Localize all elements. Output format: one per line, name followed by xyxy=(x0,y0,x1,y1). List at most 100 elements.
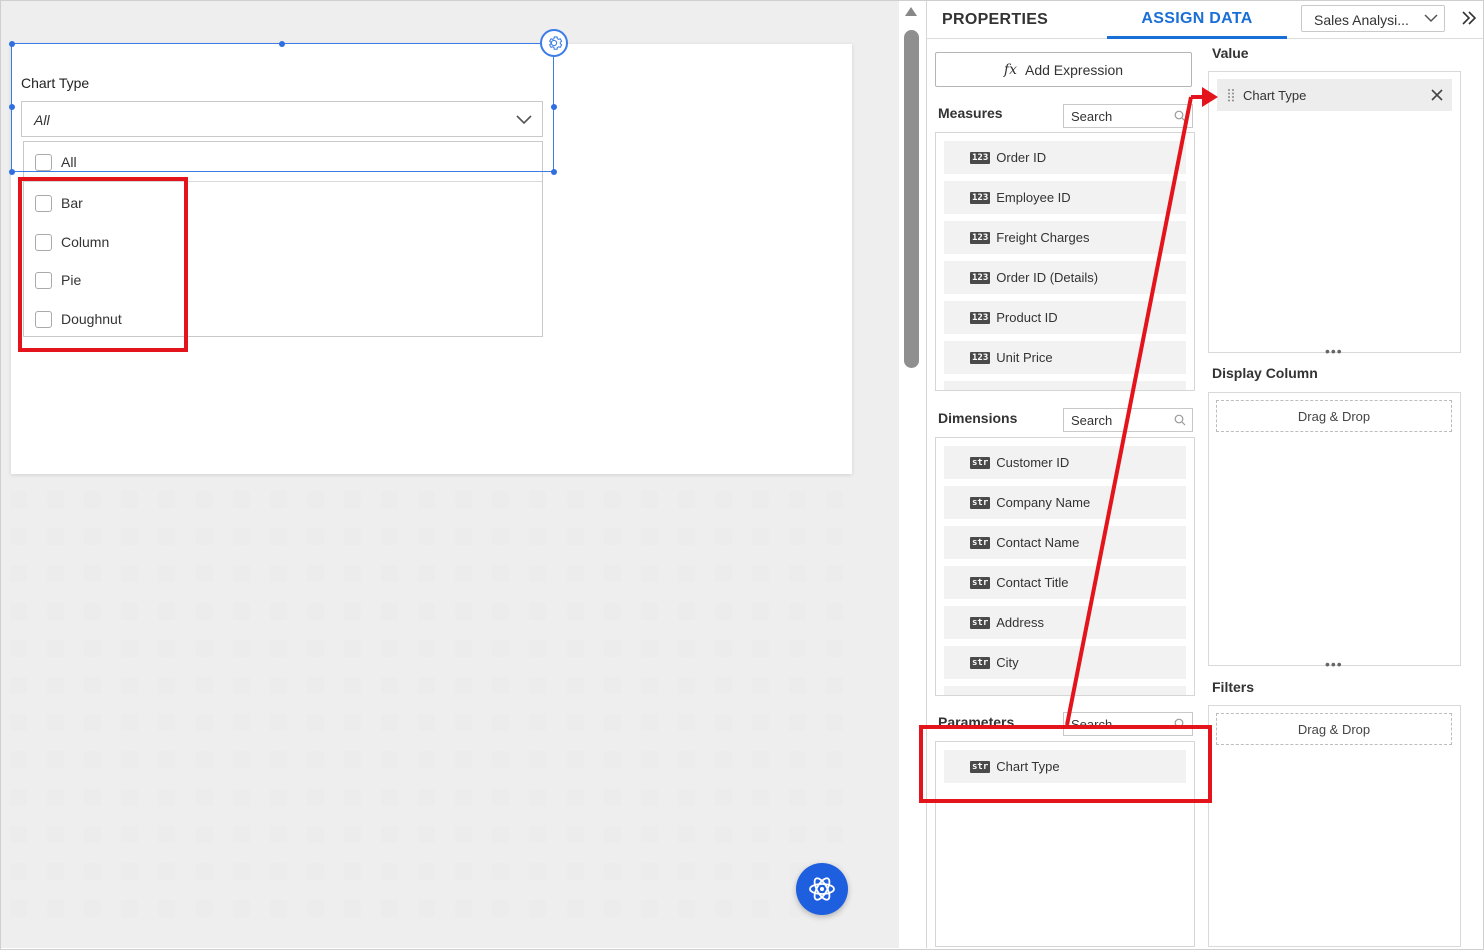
option-label: Bar xyxy=(61,195,83,211)
resize-handle[interactable] xyxy=(9,41,15,47)
field-item-partial[interactable] xyxy=(944,686,1186,695)
grid-cell xyxy=(492,788,510,806)
resize-handle[interactable] xyxy=(279,41,285,47)
grid-cell xyxy=(677,900,695,918)
measures-list[interactable]: 123 Order ID 123 Employee ID 123 Freight Char… xyxy=(935,132,1195,391)
field-item[interactable]: str Chart Type xyxy=(944,750,1186,783)
add-expression-button[interactable]: fx Add Expression xyxy=(935,52,1192,87)
field-item[interactable]: str Contact Name xyxy=(944,526,1186,559)
grid-cell xyxy=(306,788,324,806)
option-pie[interactable]: Pie xyxy=(24,261,542,299)
tab-properties[interactable]: PROPERTIES xyxy=(942,1,1048,39)
grid-cell xyxy=(418,900,436,918)
grid-cell xyxy=(306,528,324,546)
filters-dropzone[interactable]: Drag & Drop xyxy=(1216,713,1452,745)
grid-cell xyxy=(826,602,844,620)
search-icon xyxy=(1174,110,1186,122)
grid-cell xyxy=(343,677,361,694)
datasource-select[interactable]: Sales Analysi... xyxy=(1301,5,1445,32)
field-item-partial[interactable] xyxy=(944,381,1186,390)
scroll-up-icon[interactable] xyxy=(905,7,917,16)
grid-cell xyxy=(752,863,769,880)
grid-cell xyxy=(269,900,287,918)
grid-cell xyxy=(306,565,324,583)
field-name: Order ID xyxy=(996,150,1047,165)
grid-cell xyxy=(640,863,658,880)
field-item[interactable]: 123 Order ID (Details) xyxy=(944,261,1186,294)
value-zone[interactable] xyxy=(1208,71,1461,353)
grid-cell xyxy=(232,602,250,620)
grid-cell xyxy=(306,714,324,732)
option-all[interactable]: All xyxy=(24,143,542,181)
field-item[interactable]: str City xyxy=(944,646,1186,679)
grid-cell xyxy=(232,491,250,508)
field-item[interactable]: str Customer ID xyxy=(944,446,1186,479)
grid-cell xyxy=(418,788,436,806)
option-doughnut[interactable]: Doughnut xyxy=(24,300,542,338)
grid-cell xyxy=(381,528,398,546)
grid-cell xyxy=(47,677,65,694)
option-column[interactable]: Column xyxy=(24,223,542,261)
grid-cell xyxy=(603,900,621,918)
resize-grip-icon[interactable]: ••• xyxy=(1325,343,1343,359)
grid-cell xyxy=(640,825,658,843)
dimensions-list[interactable]: str Customer ID str Company Name str Contact … xyxy=(935,437,1195,696)
grid-cell xyxy=(640,751,658,769)
resize-grip-icon[interactable]: ••• xyxy=(1325,656,1343,672)
field-item[interactable]: 123 Product ID xyxy=(944,301,1186,334)
grid-cell xyxy=(306,863,324,880)
field-item[interactable]: str Contact Title xyxy=(944,566,1186,599)
grid-cell xyxy=(47,714,65,732)
collapse-panel-icon[interactable] xyxy=(1459,8,1479,28)
field-item[interactable]: 123 Freight Charges xyxy=(944,221,1186,254)
ai-assistant-button[interactable] xyxy=(796,863,848,915)
scrollbar-thumb[interactable] xyxy=(904,30,919,368)
resize-handle[interactable] xyxy=(9,169,15,175)
grid-cell xyxy=(381,677,398,694)
option-checkbox[interactable] xyxy=(35,194,52,212)
field-name: Contact Name xyxy=(996,535,1080,550)
option-checkbox[interactable] xyxy=(35,233,52,251)
field-item[interactable]: str Address xyxy=(944,606,1186,639)
grid-cell xyxy=(84,751,102,769)
close-icon[interactable] xyxy=(1430,88,1444,102)
drag-handle-icon[interactable] xyxy=(1227,88,1235,102)
parameters-search-input[interactable] xyxy=(1064,713,1164,735)
measures-search[interactable] xyxy=(1063,104,1193,128)
tab-assign-data[interactable]: ASSIGN DATA xyxy=(1107,1,1287,39)
measures-search-input[interactable] xyxy=(1064,105,1164,127)
option-bar[interactable]: Bar xyxy=(24,184,542,222)
field-item[interactable]: 123 Unit Price xyxy=(944,341,1186,374)
resize-handle[interactable] xyxy=(9,104,15,110)
display-column-zone[interactable] xyxy=(1208,392,1461,666)
grid-cell xyxy=(121,639,139,657)
option-checkbox[interactable] xyxy=(35,271,52,289)
string-type-icon: str xyxy=(970,576,991,589)
chevron-down-icon xyxy=(516,115,532,125)
grid-cell xyxy=(418,565,436,583)
option-checkbox[interactable] xyxy=(35,153,52,171)
display-column-dropzone[interactable]: Drag & Drop xyxy=(1216,400,1452,432)
option-checkbox[interactable] xyxy=(35,310,52,328)
parameters-search[interactable] xyxy=(1063,712,1193,736)
field-item[interactable]: str Company Name xyxy=(944,486,1186,519)
grid-cell xyxy=(418,863,436,880)
option-label: Doughnut xyxy=(61,311,122,327)
grid-cell xyxy=(418,639,436,657)
filter-dropdown[interactable]: All xyxy=(21,101,543,137)
dimensions-search[interactable] xyxy=(1063,408,1193,432)
grid-cell xyxy=(121,751,139,769)
resize-handle[interactable] xyxy=(551,104,557,110)
grid-cell xyxy=(84,714,102,732)
dimensions-search-input[interactable] xyxy=(1064,409,1164,431)
widget-settings-button[interactable] xyxy=(540,29,568,57)
option-label: Column xyxy=(61,234,110,250)
field-item[interactable]: 123 Order ID xyxy=(944,141,1186,174)
resize-handle[interactable] xyxy=(551,169,557,175)
grid-cell xyxy=(343,863,361,880)
grid-cell xyxy=(492,714,510,732)
parameters-list[interactable]: str Chart Type xyxy=(935,741,1195,947)
field-item[interactable]: 123 Employee ID xyxy=(944,181,1186,214)
grid-cell xyxy=(826,677,844,694)
assigned-field-chart-type[interactable]: Chart Type xyxy=(1217,79,1452,111)
